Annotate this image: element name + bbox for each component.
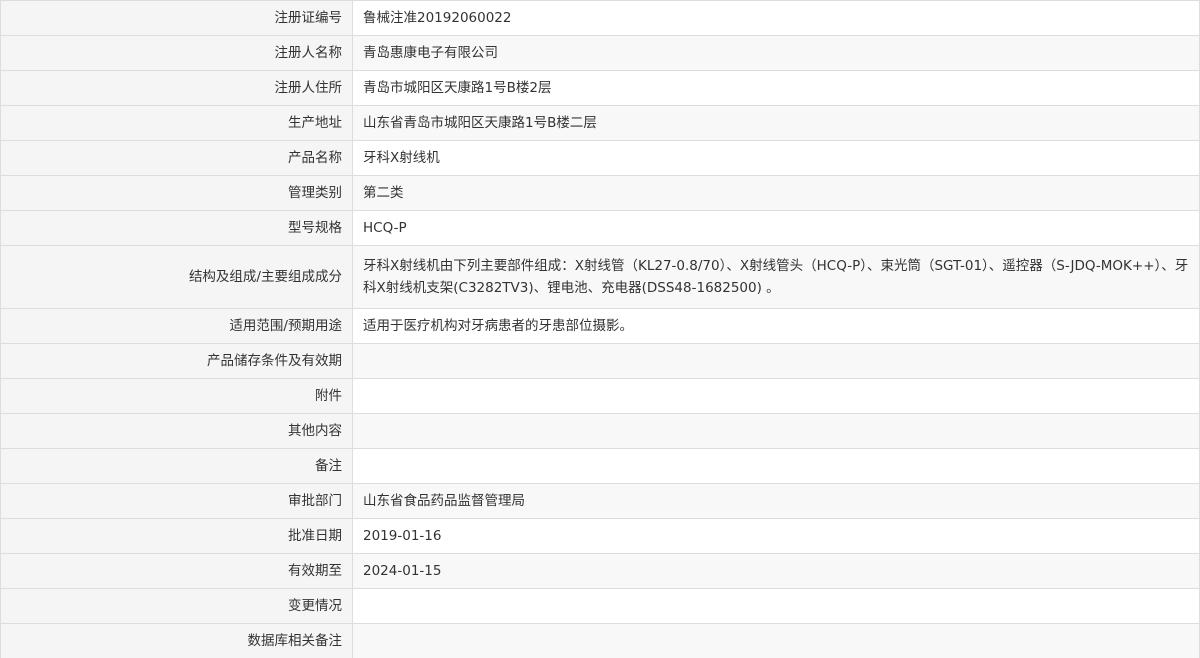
row-label: 结构及组成/主要组成成分 <box>0 245 353 309</box>
row-value <box>352 448 1200 484</box>
row-value <box>352 343 1200 379</box>
table-row: 注册人住所 青岛市城阳区天康路1号B楼2层 <box>0 70 1200 106</box>
row-label: 适用范围/预期用途 <box>0 308 353 344</box>
table-row: 数据库相关备注 <box>0 623 1200 658</box>
row-value: 第二类 <box>352 175 1200 211</box>
table-row: 其他内容 <box>0 413 1200 449</box>
row-value <box>352 378 1200 414</box>
registration-info-table: 注册证编号 鲁械注准20192060022 注册人名称 青岛惠康电子有限公司 注… <box>0 0 1200 658</box>
row-value: 牙科X射线机由下列主要部件组成：X射线管（KL27-0.8/70）、X射线管头（… <box>352 245 1200 309</box>
row-label: 产品名称 <box>0 140 353 176</box>
row-label: 生产地址 <box>0 105 353 141</box>
row-value: 2019-01-16 <box>352 518 1200 554</box>
table-row: 产品储存条件及有效期 <box>0 343 1200 379</box>
table-row: 产品名称 牙科X射线机 <box>0 140 1200 176</box>
table-row: 审批部门 山东省食品药品监督管理局 <box>0 483 1200 519</box>
table-row: 生产地址 山东省青岛市城阳区天康路1号B楼二层 <box>0 105 1200 141</box>
row-value <box>352 588 1200 624</box>
row-label: 注册证编号 <box>0 0 353 36</box>
row-value: 山东省食品药品监督管理局 <box>352 483 1200 519</box>
table-row: 注册人名称 青岛惠康电子有限公司 <box>0 35 1200 71</box>
row-value: HCQ-P <box>352 210 1200 246</box>
row-label: 审批部门 <box>0 483 353 519</box>
table-row: 注册证编号 鲁械注准20192060022 <box>0 0 1200 36</box>
row-value <box>352 623 1200 658</box>
row-label: 变更情况 <box>0 588 353 624</box>
row-value: 2024-01-15 <box>352 553 1200 589</box>
row-value: 青岛市城阳区天康路1号B楼2层 <box>352 70 1200 106</box>
table-row: 适用范围/预期用途 适用于医疗机构对牙病患者的牙患部位摄影。 <box>0 308 1200 344</box>
row-label: 其他内容 <box>0 413 353 449</box>
table-row: 变更情况 <box>0 588 1200 624</box>
row-value: 适用于医疗机构对牙病患者的牙患部位摄影。 <box>352 308 1200 344</box>
row-value: 青岛惠康电子有限公司 <box>352 35 1200 71</box>
table-row: 型号规格 HCQ-P <box>0 210 1200 246</box>
table-row: 有效期至 2024-01-15 <box>0 553 1200 589</box>
row-label: 附件 <box>0 378 353 414</box>
table-row: 管理类别 第二类 <box>0 175 1200 211</box>
row-value: 山东省青岛市城阳区天康路1号B楼二层 <box>352 105 1200 141</box>
row-label: 型号规格 <box>0 210 353 246</box>
row-label: 注册人名称 <box>0 35 353 71</box>
row-value: 牙科X射线机 <box>352 140 1200 176</box>
table-row: 批准日期 2019-01-16 <box>0 518 1200 554</box>
table-row: 附件 <box>0 378 1200 414</box>
table-row: 备注 <box>0 448 1200 484</box>
row-value: 鲁械注准20192060022 <box>352 0 1200 36</box>
row-label: 批准日期 <box>0 518 353 554</box>
table-row: 结构及组成/主要组成成分 牙科X射线机由下列主要部件组成：X射线管（KL27-0… <box>0 245 1200 309</box>
row-value <box>352 413 1200 449</box>
row-label: 备注 <box>0 448 353 484</box>
row-label: 数据库相关备注 <box>0 623 353 658</box>
row-label: 有效期至 <box>0 553 353 589</box>
row-label: 产品储存条件及有效期 <box>0 343 353 379</box>
row-label: 管理类别 <box>0 175 353 211</box>
row-label: 注册人住所 <box>0 70 353 106</box>
